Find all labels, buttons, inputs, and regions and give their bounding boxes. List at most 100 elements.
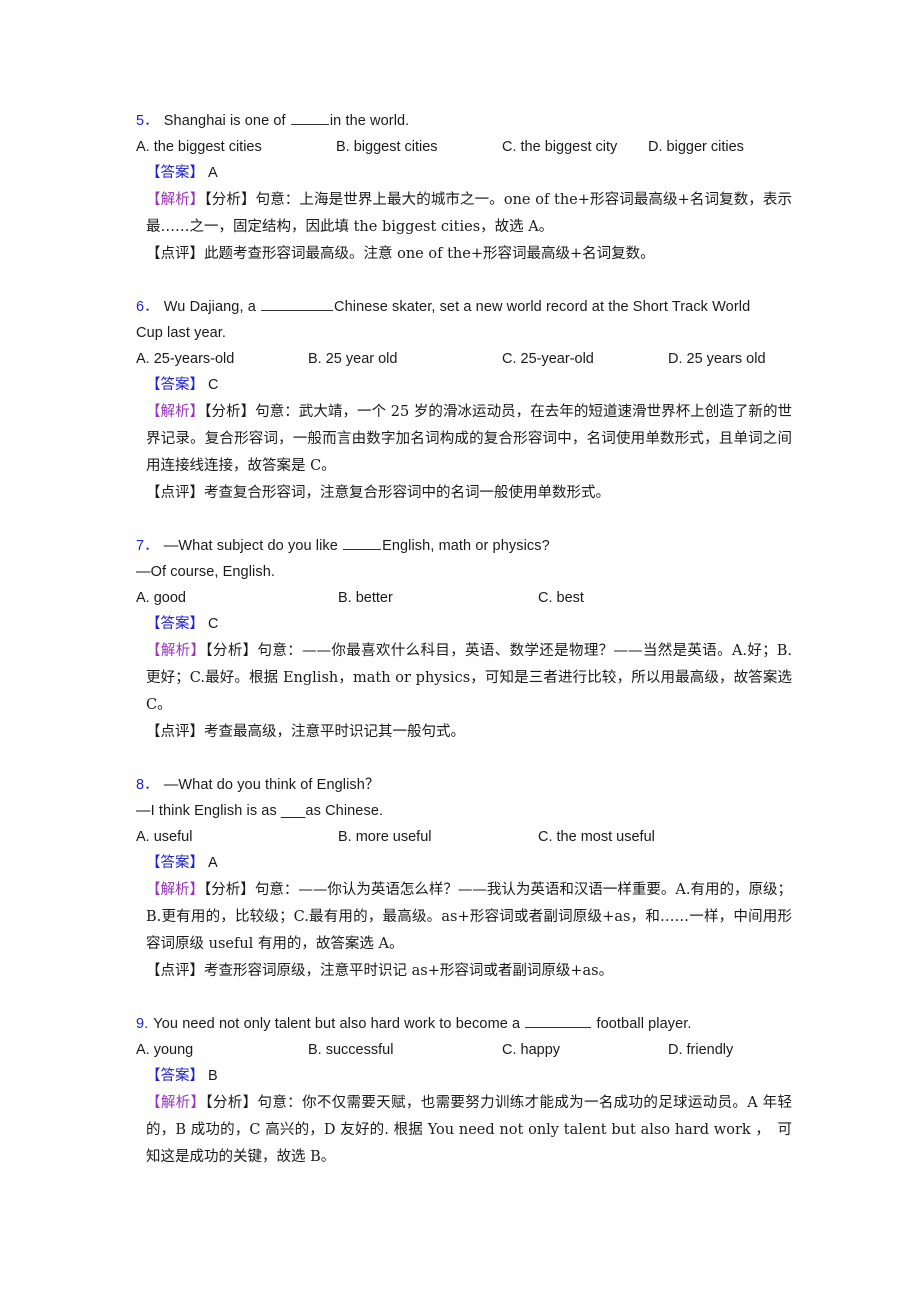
answer-label-9: 【答案】 xyxy=(146,1068,204,1084)
option-6-d[interactable]: D. 25 years old xyxy=(668,346,766,372)
answer-label-5: 【答案】 xyxy=(146,165,204,181)
option-row-5: A. the biggest cities B. biggest cities … xyxy=(136,134,792,160)
question-stem-text-5a: Shanghai is one of xyxy=(163,113,290,129)
question-stem-6: 6． Wu Dajiang, a Chinese skater, set a ne… xyxy=(136,294,792,320)
option-7-a[interactable]: A. good xyxy=(136,585,186,611)
analysis-label-8: 【解析】 xyxy=(146,882,205,898)
question-block-7: 7． —What subject do you like English, mat… xyxy=(136,533,792,746)
question-number-6: 6． xyxy=(136,299,159,315)
question-block-8: 8． —What do you think of English？ —I thin… xyxy=(136,772,792,985)
comment-label-7: 【点评】 xyxy=(146,724,204,740)
option-6-c[interactable]: C. 25-year-old xyxy=(502,346,594,372)
question-stem-text-8b: —I think English is as ___as Chinese. xyxy=(136,803,384,819)
analysis-label-5: 【解析】 xyxy=(146,192,205,208)
answer-blank-7 xyxy=(343,536,382,550)
option-6-b[interactable]: B. 25 year old xyxy=(308,346,397,372)
option-5-b[interactable]: B. biggest cities xyxy=(336,134,438,160)
option-8-c[interactable]: C. the most useful xyxy=(538,824,655,850)
comment-line-7: 【点评】考查最高级，注意平时识记其一般句式。 xyxy=(136,719,792,746)
question-stem-text-5b: in the world. xyxy=(329,113,410,129)
comment-text-7: 考查最高级，注意平时识记其一般句式。 xyxy=(204,724,465,740)
question-stem-text-6c: Cup last year. xyxy=(136,325,227,341)
option-6-a[interactable]: A. 25-years-old xyxy=(136,346,234,372)
analysis-label-6: 【解析】 xyxy=(146,404,205,420)
comment-line-6: 【点评】考查复合形容词，注意复合形容词中的名词一般使用单数形式。 xyxy=(136,480,792,507)
comment-text-8: 考查形容词原级，注意平时识记 as+形容词或者副词原级+as。 xyxy=(204,963,614,979)
answer-label-8: 【答案】 xyxy=(146,855,204,871)
answer-label-7: 【答案】 xyxy=(146,616,204,632)
question-block-9: 9. You need not only talent but also hard… xyxy=(136,1011,792,1171)
question-stem-text-9b: football player. xyxy=(592,1016,692,1032)
question-stem-text-7b: English, math or physics? xyxy=(382,538,550,554)
answer-line-8: 【答案】 A xyxy=(136,850,792,877)
comment-label-6: 【点评】 xyxy=(146,485,204,501)
option-9-d[interactable]: D. friendly xyxy=(668,1037,733,1063)
analysis-line-5: 【解析】【分析】句意：上海是世界上最大的城市之一。one of the+形容词最… xyxy=(136,187,792,241)
option-8-b[interactable]: B. more useful xyxy=(338,824,432,850)
answer-value-7: C xyxy=(208,616,219,632)
comment-line-8: 【点评】考查形容词原级，注意平时识记 as+形容词或者副词原级+as。 xyxy=(136,958,792,985)
answer-label-6: 【答案】 xyxy=(146,377,204,393)
analysis-label-9: 【解析】 xyxy=(146,1095,206,1111)
answer-value-5: A xyxy=(208,165,218,181)
answer-blank-5 xyxy=(290,111,329,125)
analysis-sub-label-9: 【分析】 xyxy=(205,1095,258,1111)
answer-blank-9 xyxy=(525,1014,592,1028)
analysis-sub-label-5: 【分析】 xyxy=(204,192,256,208)
comment-line-5: 【点评】此题考查形容词最高级。注意 one of the+形容词最高级+名词复数… xyxy=(136,241,792,268)
analysis-sub-label-6: 【分析】 xyxy=(204,404,256,420)
option-7-b[interactable]: B. better xyxy=(338,585,393,611)
option-row-7: A. good B. better C. best xyxy=(136,585,792,611)
analysis-line-7: 【解析】【分析】句意：——你最喜欢什么科目，英语、数学还是物理？——当然是英语。… xyxy=(136,638,792,719)
analysis-label-7: 【解析】 xyxy=(146,643,206,659)
question-stem-7: 7． —What subject do you like English, mat… xyxy=(136,533,792,559)
option-8-a[interactable]: A. useful xyxy=(136,824,192,850)
question-stem-6-line2: Cup last year. xyxy=(136,320,792,346)
analysis-line-8: 【解析】【分析】句意：——你认为英语怎么样？——我认为英语和汉语一样重要。A.有… xyxy=(136,877,792,958)
question-block-5: 5． Shanghai is one of in the world. A. th… xyxy=(136,108,792,268)
answer-line-9: 【答案】 B xyxy=(136,1063,792,1090)
analysis-sub-label-8: 【分析】 xyxy=(204,882,255,898)
option-7-c[interactable]: C. best xyxy=(538,585,584,611)
question-block-6: 6． Wu Dajiang, a Chinese skater, set a ne… xyxy=(136,294,792,507)
analysis-line-9: 【解析】【分析】句意：你不仅需要天赋，也需要努力训练才能成为一名成功的足球运动员… xyxy=(136,1090,792,1171)
answer-line-7: 【答案】 C xyxy=(136,611,792,638)
analysis-line-6: 【解析】【分析】句意：武大靖，一个 25 岁的滑冰运动员，在去年的短道速滑世界杯… xyxy=(136,399,792,480)
question-stem-9: 9. You need not only talent but also hard… xyxy=(136,1011,792,1037)
question-stem-text-9a: You need not only talent but also hard w… xyxy=(153,1016,525,1032)
option-9-c[interactable]: C. happy xyxy=(502,1037,560,1063)
comment-label-8: 【点评】 xyxy=(146,963,204,979)
comment-text-6: 考查复合形容词，注意复合形容词中的名词一般使用单数形式。 xyxy=(204,485,610,501)
option-row-6: A. 25-years-old B. 25 year old C. 25-yea… xyxy=(136,346,792,372)
question-stem-text-7a: —What subject do you like xyxy=(163,538,343,554)
question-stem-text-8a: —What do you think of English？ xyxy=(163,777,380,793)
option-5-d[interactable]: D. bigger cities xyxy=(648,134,744,160)
question-stem-7-line2: —Of course, English. xyxy=(136,559,792,585)
answer-value-6: C xyxy=(208,377,219,393)
comment-text-5: 此题考查形容词最高级。注意 one of the+形容词最高级+名词复数。 xyxy=(204,246,655,262)
option-9-b[interactable]: B. successful xyxy=(308,1037,393,1063)
question-number-5: 5． xyxy=(136,113,159,129)
question-number-9: 9. xyxy=(136,1016,149,1032)
option-5-a[interactable]: A. the biggest cities xyxy=(136,134,262,160)
question-number-7: 7． xyxy=(136,538,159,554)
document-page: 5． Shanghai is one of in the world. A. th… xyxy=(0,0,920,1302)
option-row-8: A. useful B. more useful C. the most use… xyxy=(136,824,792,850)
answer-line-6: 【答案】 C xyxy=(136,372,792,399)
answer-line-5: 【答案】 A xyxy=(136,160,792,187)
analysis-sub-label-7: 【分析】 xyxy=(205,643,258,659)
option-5-c[interactable]: C. the biggest city xyxy=(502,134,617,160)
answer-value-9: B xyxy=(208,1068,218,1084)
option-row-9: A. young B. successful C. happy D. frien… xyxy=(136,1037,792,1063)
question-stem-text-6a: Wu Dajiang, a xyxy=(163,299,261,315)
question-number-8: 8． xyxy=(136,777,159,793)
question-stem-8: 8． —What do you think of English？ xyxy=(136,772,792,798)
question-stem-text-6b: Chinese skater, set a new world record a… xyxy=(334,299,751,315)
question-stem-5: 5． Shanghai is one of in the world. xyxy=(136,108,792,134)
question-stem-8-line2: —I think English is as ___as Chinese. xyxy=(136,798,792,824)
answer-blank-6 xyxy=(261,297,334,311)
answer-value-8: A xyxy=(208,855,218,871)
question-stem-text-7c: —Of course, English. xyxy=(136,564,275,580)
comment-label-5: 【点评】 xyxy=(146,246,204,262)
option-9-a[interactable]: A. young xyxy=(136,1037,193,1063)
